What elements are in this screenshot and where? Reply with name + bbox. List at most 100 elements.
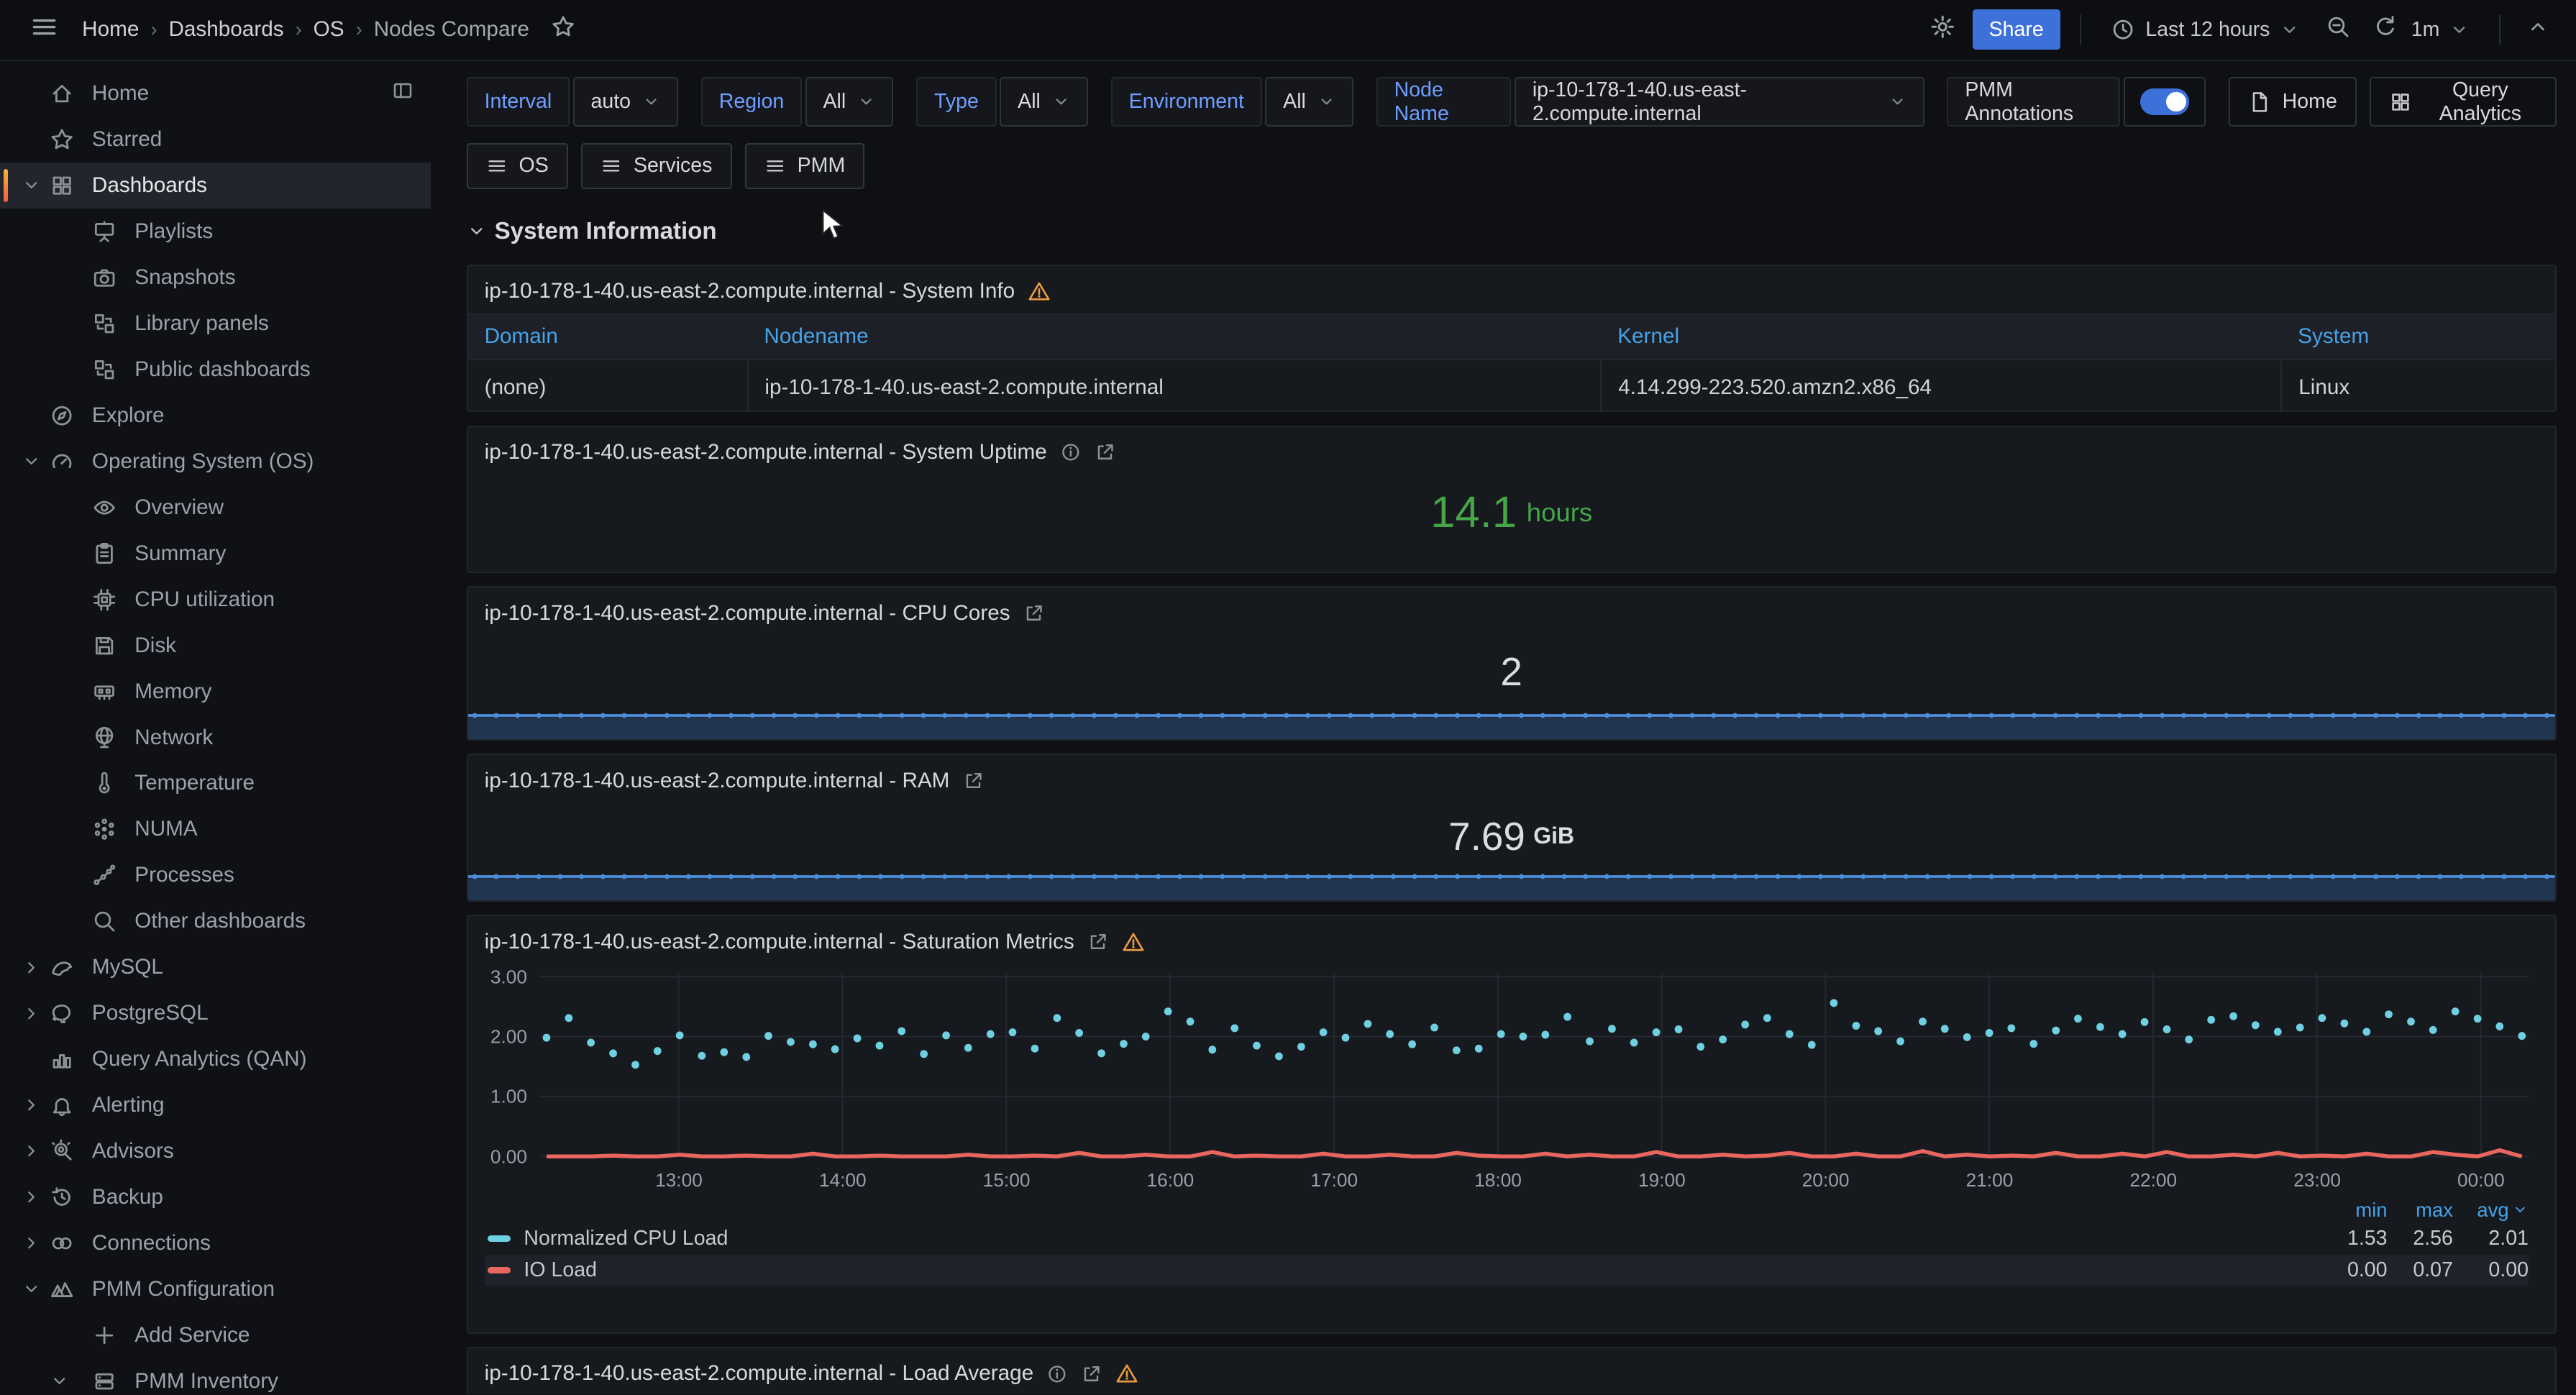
external-link-icon[interactable] <box>963 770 985 792</box>
section-system-information[interactable]: System Information <box>467 212 2557 252</box>
sidebar-item-postgresql[interactable]: PostgreSQL <box>0 990 431 1036</box>
zoom-out-time-button[interactable] <box>2319 8 2357 52</box>
refresh-interval-picker[interactable]: 1m <box>2408 12 2479 48</box>
sidebar-item-other-dashboards[interactable]: Other dashboards <box>0 898 431 944</box>
sidebar-item-advisors[interactable]: Advisors <box>0 1128 431 1174</box>
hamburger-menu-button[interactable] <box>23 6 65 54</box>
quick-link-os[interactable]: OS <box>467 143 568 189</box>
external-link-icon[interactable] <box>1095 442 1116 463</box>
panel-collapse-icon[interactable] <box>391 79 414 108</box>
table-header-domain[interactable]: Domain <box>468 314 748 360</box>
sidebar-item-mysql[interactable]: MySQL <box>0 944 431 990</box>
time-range-picker[interactable]: Last 12 hours <box>2101 11 2309 49</box>
dashboard-settings-button[interactable] <box>1923 7 1963 52</box>
chevron-down-icon[interactable] <box>50 1371 69 1391</box>
sidebar-item-disk[interactable]: Disk <box>0 623 431 669</box>
chevron-right-icon[interactable] <box>22 1233 41 1253</box>
sidebar-item-summary[interactable]: Summary <box>0 531 431 577</box>
chevron-down-icon[interactable] <box>22 1279 41 1299</box>
filter-value-dropdown[interactable]: auto <box>573 77 678 127</box>
sidebar-item-public-dashboards[interactable]: Public dashboards <box>0 347 431 393</box>
filter-value: auto <box>590 90 631 114</box>
info-circle-icon[interactable] <box>1046 1363 1068 1385</box>
chevron-right-icon[interactable] <box>22 1095 41 1115</box>
legend-sort-max[interactable]: max <box>2388 1199 2453 1222</box>
sidebar-item-add-service[interactable]: Add Service <box>0 1312 431 1358</box>
sidebar-item-explore[interactable]: Explore <box>0 393 431 439</box>
toggle-knob <box>2166 92 2186 111</box>
table-row: (none)ip-10-178-1-40.us-east-2.compute.i… <box>468 360 2555 412</box>
table-header-kernel[interactable]: Kernel <box>1601 314 2281 360</box>
breadcrumb-home[interactable]: Home <box>82 17 139 42</box>
sidebar-item-home[interactable]: Home <box>0 70 431 116</box>
quick-link-services[interactable]: Services <box>581 143 731 189</box>
external-link-icon[interactable] <box>1081 1363 1102 1385</box>
legend-sort-avg[interactable]: avg <box>2453 1199 2529 1222</box>
chevron-right-icon[interactable] <box>22 1187 41 1207</box>
pmm-annotations-toggle[interactable] <box>2124 77 2206 127</box>
sidebar-item-label: Connections <box>92 1231 211 1256</box>
sidebar-item-pmm-configuration[interactable]: PMM Configuration <box>0 1266 431 1312</box>
share-button[interactable]: Share <box>1973 9 2060 50</box>
query-analytics-button[interactable]: Query Analytics <box>2370 77 2556 127</box>
favorite-star-button[interactable] <box>544 8 582 52</box>
library-icon <box>92 311 134 336</box>
legend-sort-min[interactable]: min <box>2321 1199 2387 1222</box>
filter-value-dropdown[interactable]: All <box>1000 77 1088 127</box>
sidebar-item-numa[interactable]: NUMA <box>0 806 431 852</box>
legend-series-name[interactable]: Normalized CPU Load <box>524 1227 728 1250</box>
panel-title[interactable]: ip-10-178-1-40.us-east-2.compute.interna… <box>485 1361 1034 1386</box>
sidebar-item-overview[interactable]: Overview <box>0 485 431 531</box>
sidebar-item-query-analytics-qan[interactable]: Query Analytics (QAN) <box>0 1036 431 1082</box>
chevron-right-icon[interactable] <box>22 958 41 977</box>
sidebar-item-playlists[interactable]: Playlists <box>0 209 431 255</box>
sidebar-item-temperature[interactable]: Temperature <box>0 761 431 807</box>
filter-value-dropdown[interactable]: All <box>1265 77 1353 127</box>
y-axis-tick: 3.00 <box>490 966 527 988</box>
info-circle-icon[interactable] <box>1060 442 1082 463</box>
external-link-icon[interactable] <box>1023 603 1045 624</box>
panel-title[interactable]: ip-10-178-1-40.us-east-2.compute.interna… <box>485 601 1010 626</box>
panel-title[interactable]: ip-10-178-1-40.us-east-2.compute.interna… <box>485 279 1015 303</box>
sidebar-item-library-panels[interactable]: Library panels <box>0 301 431 347</box>
sidebar-item-connections[interactable]: Connections <box>0 1220 431 1266</box>
chart-plot-area[interactable]: 0.001.002.003.0013:0014:0015:0016:0017:0… <box>540 970 2529 1164</box>
breadcrumb-dashboards[interactable]: Dashboards <box>168 17 283 42</box>
filter-value-dropdown[interactable]: ip-10-178-1-40.us-east-2.compute.interna… <box>1515 77 1924 127</box>
home-dashboard-button[interactable]: Home <box>2229 77 2357 127</box>
sidebar-item-alerting[interactable]: Alerting <box>0 1082 431 1128</box>
warning-triangle-icon[interactable] <box>1122 930 1145 953</box>
warning-triangle-icon[interactable] <box>1028 280 1051 303</box>
sidebar-item-snapshots[interactable]: Snapshots <box>0 255 431 301</box>
sidebar-item-cpu-utilization[interactable]: CPU utilization <box>0 577 431 623</box>
panel-system-uptime: ip-10-178-1-40.us-east-2.compute.interna… <box>467 426 2557 574</box>
panel-title[interactable]: ip-10-178-1-40.us-east-2.compute.interna… <box>485 930 1074 954</box>
breadcrumb-os[interactable]: OS <box>314 17 344 42</box>
x-axis-tick: 21:00 <box>1966 1169 2014 1192</box>
sidebar-item-memory[interactable]: Memory <box>0 669 431 715</box>
panel-title[interactable]: ip-10-178-1-40.us-east-2.compute.interna… <box>485 440 1047 465</box>
chevron-right-icon[interactable] <box>22 1141 41 1161</box>
legend-series-name[interactable]: IO Load <box>524 1258 597 1282</box>
sidebar-item-starred[interactable]: Starred <box>0 116 431 163</box>
table-header-nodename[interactable]: Nodename <box>748 314 1602 360</box>
warning-triangle-icon[interactable] <box>1115 1362 1138 1385</box>
quick-link-pmm[interactable]: PMM <box>745 143 865 189</box>
table-header-system[interactable]: System <box>2281 314 2554 360</box>
sidebar-item-processes[interactable]: Processes <box>0 852 431 898</box>
chevron-down-icon[interactable] <box>22 175 41 195</box>
sidebar-item-dashboards[interactable]: Dashboards <box>0 163 431 209</box>
chevron-down-icon[interactable] <box>22 452 41 471</box>
sidebar-item-pmm-inventory[interactable]: PMM Inventory <box>0 1358 431 1395</box>
chevron-right-icon[interactable] <box>22 1004 41 1023</box>
breadcrumb-separator: › <box>150 18 157 41</box>
panel-title[interactable]: ip-10-178-1-40.us-east-2.compute.interna… <box>485 769 950 793</box>
sidebar-item-backup[interactable]: Backup <box>0 1174 431 1220</box>
filter-value-dropdown[interactable]: All <box>805 77 894 127</box>
sidebar-item-operating-system-os[interactable]: Operating System (OS) <box>0 439 431 485</box>
sidebar-item-network[interactable]: Network <box>0 715 431 761</box>
external-link-icon[interactable] <box>1087 931 1109 953</box>
refresh-button[interactable] <box>2367 8 2405 52</box>
collapse-topbar-button[interactable] <box>2520 9 2556 50</box>
gauge-icon <box>50 449 92 474</box>
